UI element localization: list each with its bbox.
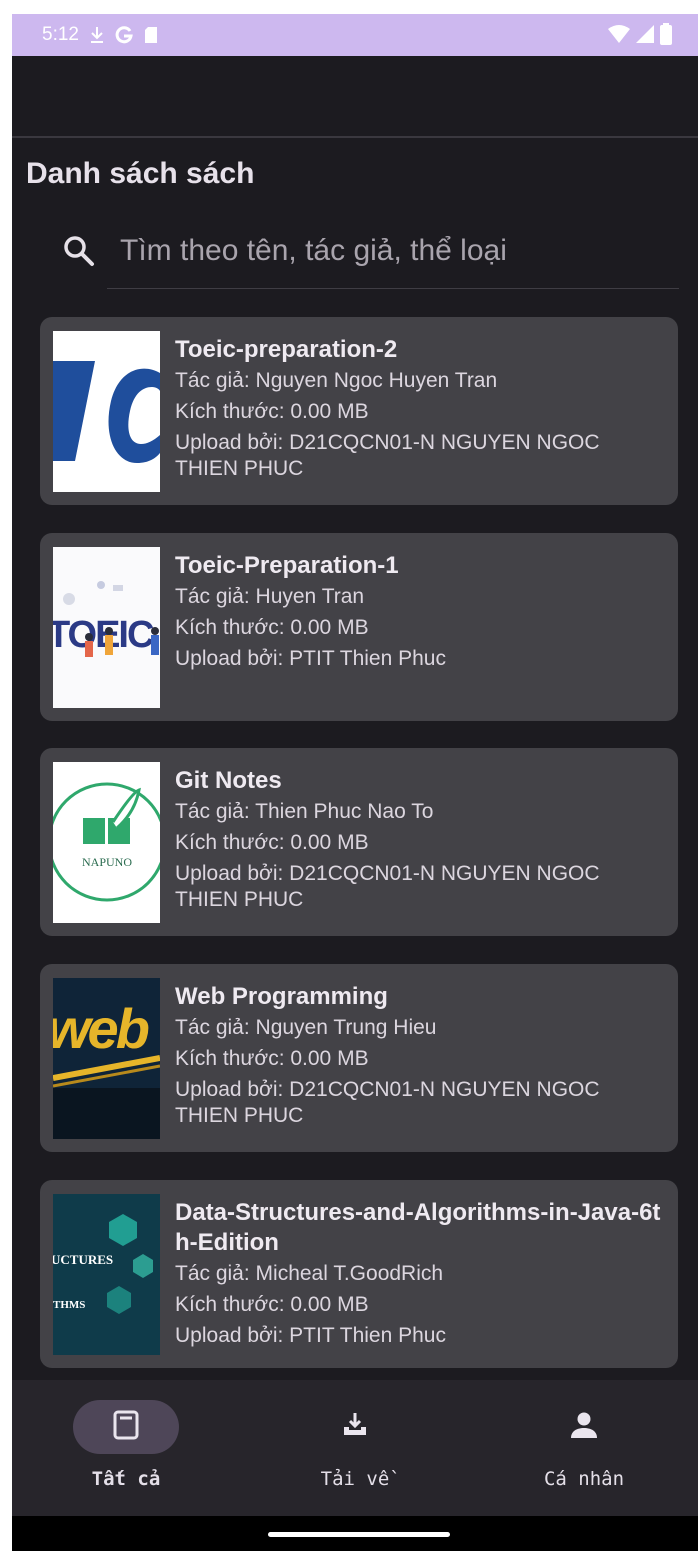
- nav-item-downloads[interactable]: Tải về: [241, 1400, 469, 1490]
- search-input[interactable]: Tìm theo tên, tác giả, thể loại: [120, 234, 507, 268]
- book-size: Kích thước: 0.00 MB: [175, 1293, 369, 1316]
- book-author: Tác giả: Micheal T.GoodRich: [175, 1262, 444, 1285]
- sd-card-icon: [143, 25, 159, 45]
- book-uploader: Upload bởi: PTIT Thien Phuc: [175, 647, 446, 670]
- book-uploader: Upload bởi: D21CQCN01-N NGUYEN NGOC THIE…: [175, 862, 600, 911]
- nav-item-profile[interactable]: Cá nhân: [470, 1400, 698, 1490]
- cover-text: TOEIC: [53, 614, 154, 656]
- book-cover: NAPUNO: [53, 762, 160, 923]
- book-author: Tác giả: Thien Phuc Nao To: [175, 800, 434, 823]
- home-handle[interactable]: [268, 1532, 450, 1537]
- book-title: Web Programming: [175, 983, 388, 1010]
- page-title: Danh sách sách: [26, 157, 255, 190]
- app-bar: [12, 56, 698, 136]
- book-size: Kích thước: 0.00 MB: [175, 400, 369, 423]
- search-icon[interactable]: [62, 234, 96, 273]
- cover-text: NAPUNO: [82, 855, 132, 869]
- nav-label: Cá nhân: [543, 1468, 625, 1490]
- phone-screen: 5:12 Danh sách sách Tìm theo tên, tác gi…: [12, 14, 698, 1551]
- book-card[interactable]: NAPUNO Git Notes Tác giả: Thien Phuc Nao…: [40, 748, 678, 936]
- book-title: Data-Structures-and-Algorithms-in-Java-6…: [175, 1199, 661, 1256]
- nav-icon-container[interactable]: [302, 1400, 408, 1454]
- wifi-icon: [608, 25, 630, 49]
- book-author: Tác giả: Nguyen Trung Hieu: [175, 1016, 437, 1039]
- nav-icon-container[interactable]: [531, 1400, 637, 1454]
- book-uploader: Upload bởi: D21CQCN01-N NGUYEN NGOC THIE…: [175, 1078, 600, 1127]
- nav-item-all[interactable]: Tất cả: [12, 1400, 240, 1490]
- bottom-navigation: Tất cả Tải về Cá nhân: [12, 1380, 698, 1516]
- book-icon: [113, 1410, 139, 1445]
- book-cover: [53, 331, 160, 492]
- book-size: Kích thước: 0.00 MB: [175, 616, 369, 639]
- person-icon: [570, 1411, 598, 1444]
- book-cover: TOEIC: [53, 547, 160, 708]
- book-uploader: Upload bởi: PTIT Thien Phuc: [175, 1324, 446, 1347]
- book-card[interactable]: Toeic-preparation-2 Tác giả: Nguyen Ngoc…: [40, 317, 678, 505]
- app-bar-divider: [12, 136, 698, 138]
- cover-text: web: [53, 997, 149, 1060]
- book-card[interactable]: UCTURES THMS Data-Structures-and-Algorit…: [40, 1180, 678, 1368]
- download-icon: [89, 25, 105, 45]
- status-time: 5:12: [42, 24, 79, 45]
- book-title: Toeic-Preparation-1: [175, 552, 399, 579]
- book-card[interactable]: web Web Programming Tác giả: Nguyen Trun…: [40, 964, 678, 1152]
- download-tray-icon: [342, 1411, 368, 1444]
- signal-icon: [636, 25, 654, 49]
- search-underline: [107, 288, 679, 289]
- nav-label: Tải về: [320, 1468, 390, 1490]
- book-title: Toeic-preparation-2: [175, 336, 398, 363]
- cover-text: UCTURES: [53, 1252, 113, 1267]
- book-uploader: Upload bởi: D21CQCN01-N NGUYEN NGOC THIE…: [175, 431, 600, 480]
- book-size: Kích thước: 0.00 MB: [175, 831, 369, 854]
- book-author: Tác giả: Huyen Tran: [175, 585, 365, 608]
- status-bar: 5:12: [12, 14, 698, 56]
- book-cover: web: [53, 978, 160, 1139]
- book-cover: UCTURES THMS: [53, 1194, 160, 1355]
- google-icon: [115, 25, 133, 45]
- gesture-bar: [12, 1516, 698, 1551]
- nav-active-indicator[interactable]: [73, 1400, 179, 1454]
- battery-icon: [660, 23, 672, 51]
- book-title: Git Notes: [175, 767, 282, 794]
- search-bar[interactable]: Tìm theo tên, tác giả, thể loại: [62, 226, 679, 290]
- book-author: Tác giả: Nguyen Ngoc Huyen Tran: [175, 369, 498, 392]
- book-size: Kích thước: 0.00 MB: [175, 1047, 369, 1070]
- nav-label: Tất cả: [91, 1468, 161, 1490]
- book-card[interactable]: TOEIC Toeic-Preparation-1 Tác giả: Huyen…: [40, 533, 678, 721]
- cover-text: THMS: [53, 1299, 85, 1311]
